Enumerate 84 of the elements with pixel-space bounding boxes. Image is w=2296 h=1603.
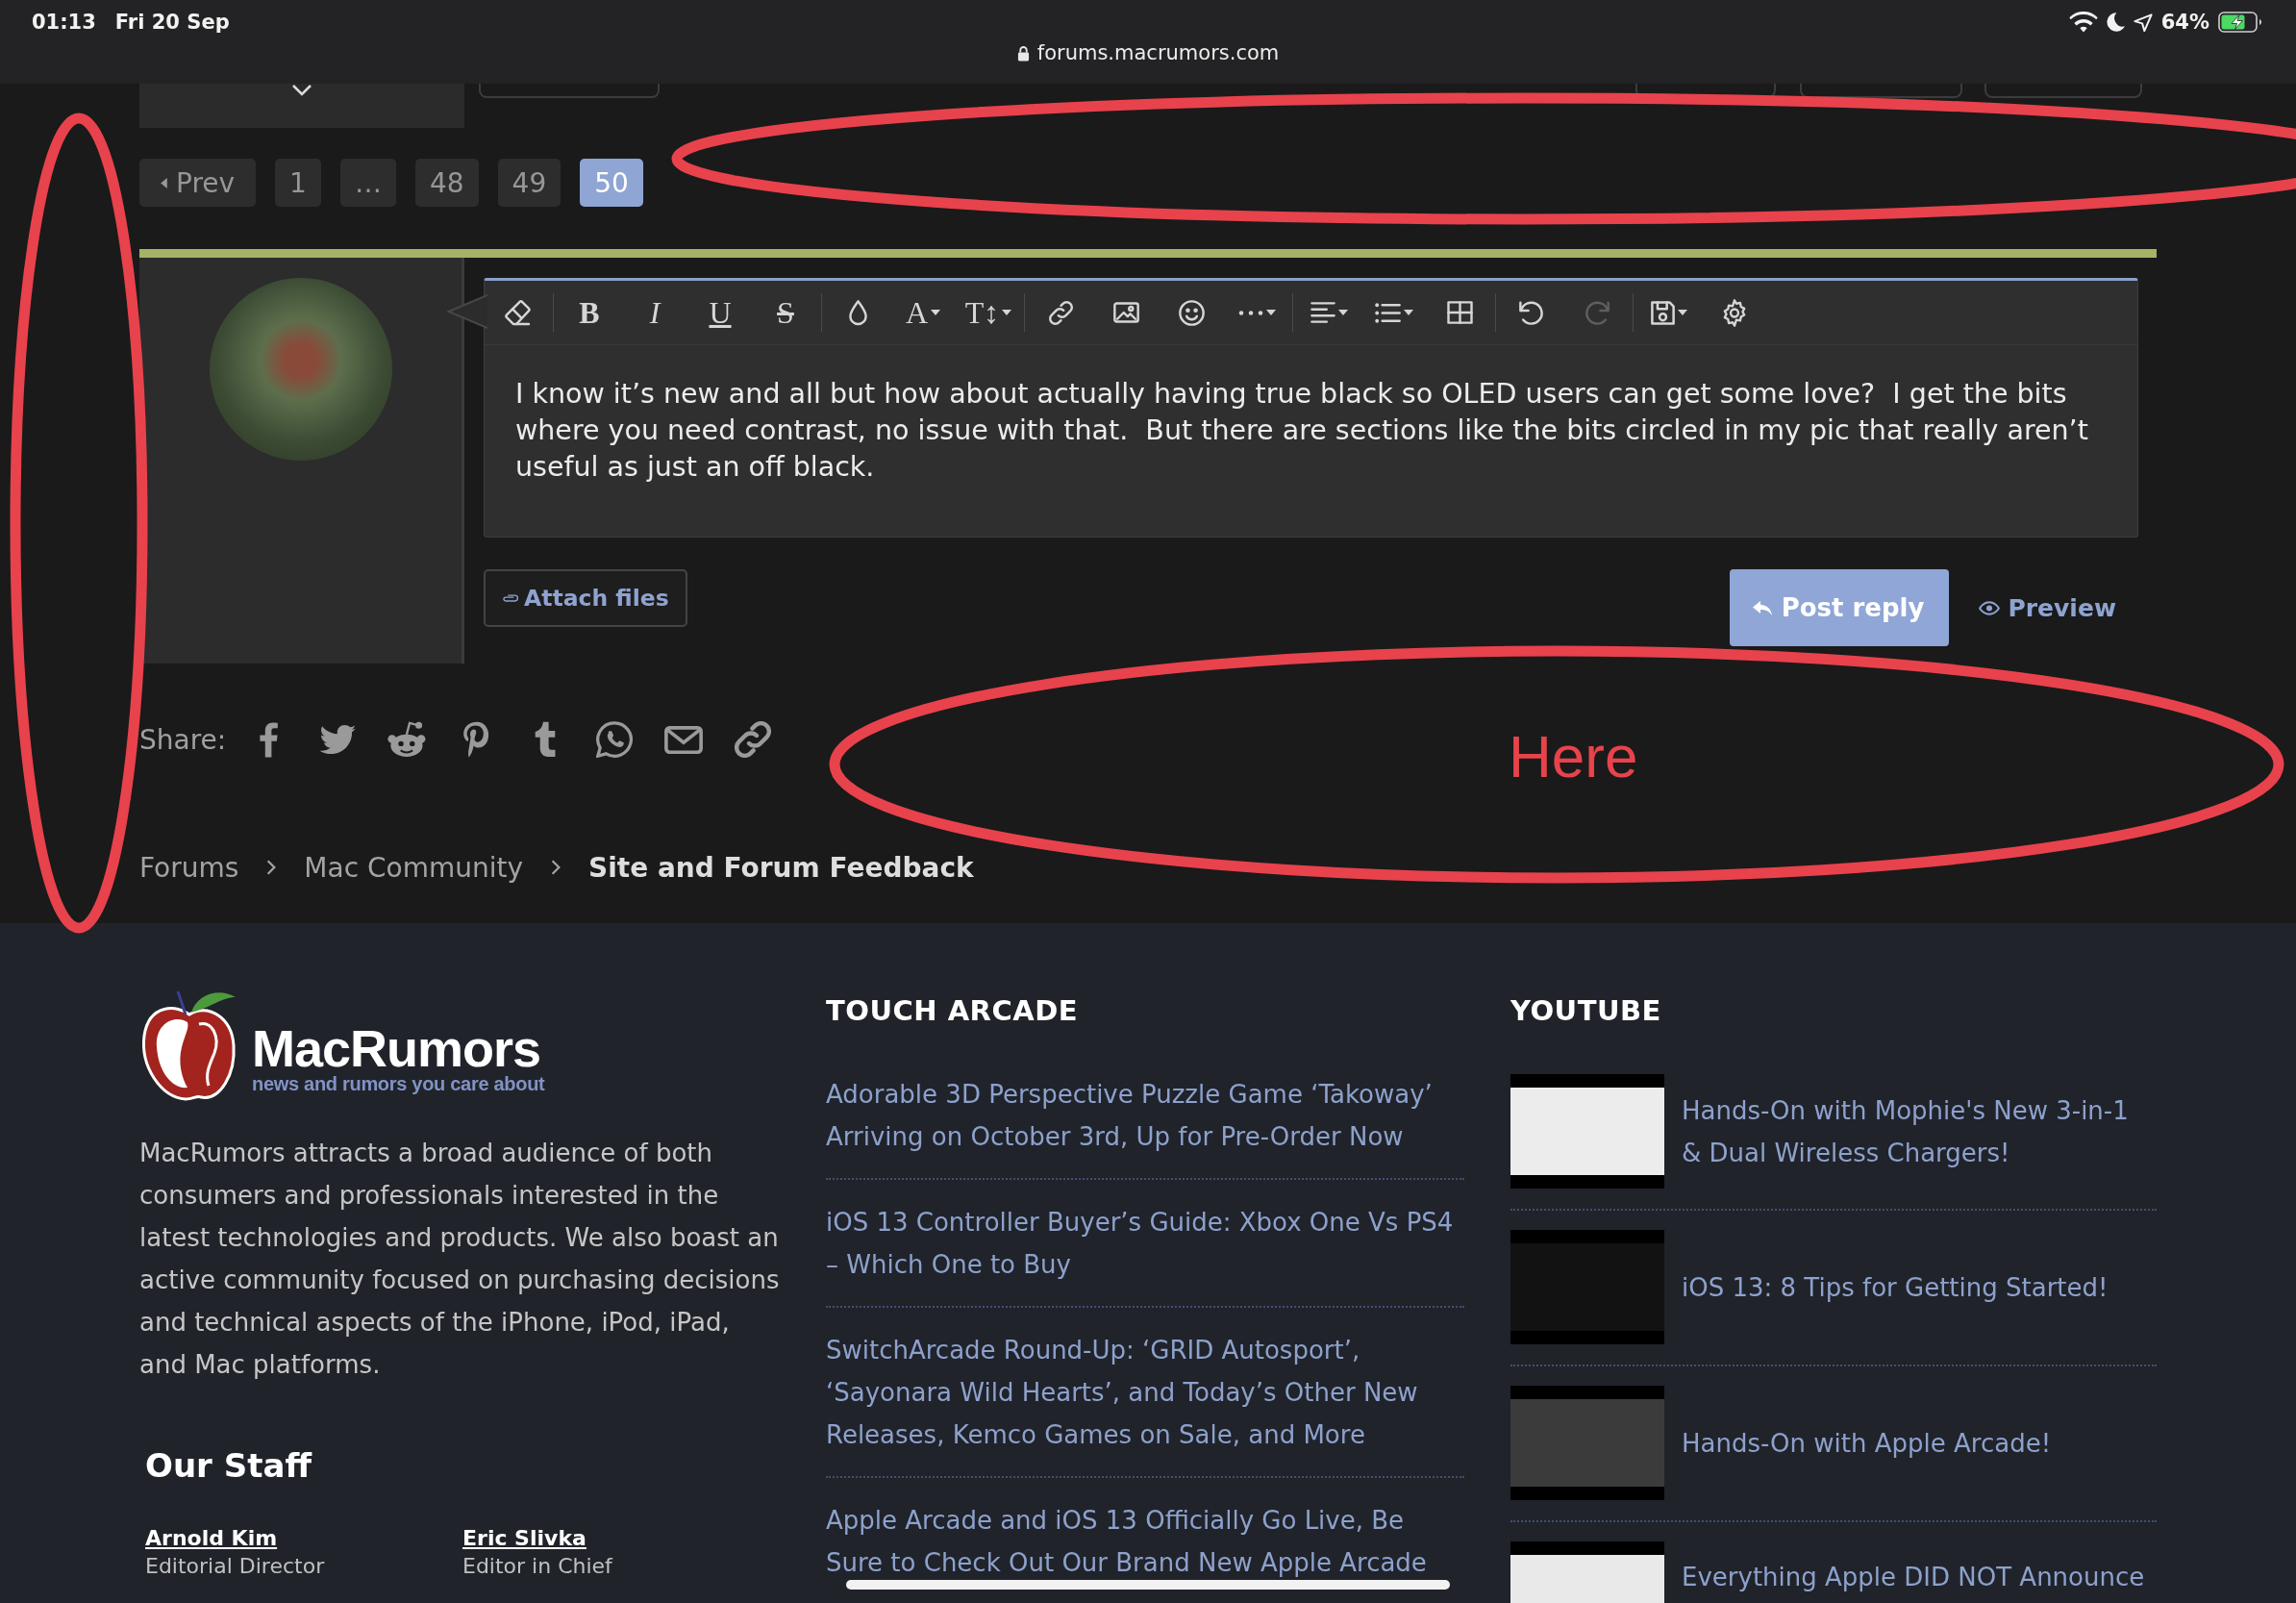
undo-icon xyxy=(1519,300,1544,325)
moon-icon xyxy=(2106,13,2125,32)
breadcrumb-link[interactable]: Mac Community xyxy=(304,851,524,884)
section-heading: TOUCH ARCADE xyxy=(826,993,1079,1028)
page-button[interactable]: 49 xyxy=(497,159,562,207)
bold-button[interactable]: B xyxy=(561,288,618,338)
prev-page-button[interactable]: Prev xyxy=(139,159,257,207)
page-button[interactable]: … xyxy=(339,159,396,207)
reply-arrow-icon xyxy=(1752,600,1772,615)
font-button[interactable]: A xyxy=(894,288,952,338)
date-label: Fri 20 Sep xyxy=(114,11,230,34)
wifi-icon xyxy=(2068,12,2098,33)
gear-icon xyxy=(1723,298,1746,327)
location-arrow-icon xyxy=(2133,13,2153,32)
caret-down-icon xyxy=(1337,310,1348,315)
lock-icon xyxy=(1016,44,1030,62)
message-field[interactable]: I know it’s new and all but how about actually having true black so OLED users can get some love? I get the bits where you need contrast, no issue with that. But there are sections like the bits circled in my pic that really aren’t useful as just an off black. xyxy=(485,345,2137,537)
tumblr-icon[interactable] xyxy=(534,721,558,758)
url-address[interactable]: forums.macrumors.com xyxy=(1036,41,1280,64)
page-button[interactable]: 1 xyxy=(275,159,321,207)
video-thumbnail-placeholder[interactable] xyxy=(1510,1230,1664,1344)
caret-left-icon xyxy=(161,177,167,188)
caret-down-icon xyxy=(1265,310,1276,315)
annotation-label: Here xyxy=(1509,722,1638,791)
video-link[interactable]: Hands-On with Apple Arcade! xyxy=(1682,1421,2143,1465)
paperclip-icon xyxy=(502,593,518,603)
attach-files-button[interactable]: Attach files xyxy=(484,569,687,627)
about-text: MacRumors attracts a broad audience of both consumers and professionals interested in the latest technologies and products. We also boast an active community focused on purchasing decisions and technical aspects of the iPhone, iPod, iPad, and Mac platforms. xyxy=(139,1138,781,1381)
table-icon xyxy=(1446,301,1473,324)
chevron-right-icon xyxy=(550,859,562,876)
breadcrumb-link[interactable]: Forums xyxy=(139,851,239,884)
font-size-button[interactable]: T↕ xyxy=(960,288,1017,338)
clock-time: 01:13 xyxy=(32,11,96,34)
strikethrough-button[interactable]: S xyxy=(757,288,814,338)
video-thumbnail-placeholder[interactable] xyxy=(1510,1386,1664,1500)
chevron-down-icon xyxy=(291,84,312,96)
video-thumbnail-placeholder[interactable] xyxy=(1510,1074,1664,1189)
italic-button[interactable]: I xyxy=(626,288,684,338)
staff-role: Editor in Chief xyxy=(462,1553,612,1580)
preview-button[interactable]: Preview xyxy=(1979,569,2116,646)
section-heading: Our Staff xyxy=(145,1445,313,1487)
align-left-icon xyxy=(1310,302,1335,323)
article-link[interactable]: iOS 13 Controller Buyer’s Guide: Xbox One Vs PS4 – Which One to Buy xyxy=(826,1201,1464,1286)
logo-wordmark: MacRumors xyxy=(252,1023,541,1073)
video-link[interactable]: Hands-On with Mophie's New 3-in-1 & Dual Wireless Chargers! xyxy=(1682,1089,2143,1174)
chevron-right-icon xyxy=(265,859,278,876)
whatsapp-icon[interactable] xyxy=(596,721,634,758)
smiley-icon xyxy=(1178,299,1205,326)
video-link[interactable]: Everything Apple DID NOT Announce xyxy=(1682,1556,2145,1598)
staff-name-link[interactable]: Eric Slivka xyxy=(462,1524,586,1553)
article-link[interactable]: Adorable 3D Perspective Puzzle Game ‘Takoway’ Arriving on October 3rd, Up for Pre-Order Now xyxy=(826,1073,1464,1158)
eraser-icon xyxy=(504,299,531,326)
video-link[interactable]: iOS 13: 8 Tips for Getting Started! xyxy=(1682,1265,2143,1309)
pinterest-icon[interactable] xyxy=(462,721,490,758)
reddit-icon[interactable] xyxy=(387,721,427,758)
section-heading: YOUTUBE xyxy=(1510,993,1662,1028)
underline-button[interactable]: U xyxy=(691,288,749,338)
staff-name-link[interactable]: Arnold Kim xyxy=(145,1524,278,1553)
bulleted-list-icon xyxy=(1375,302,1401,323)
cut-off-button[interactable] xyxy=(1635,84,1776,98)
eye-icon xyxy=(1979,600,2001,615)
share-label: Share: xyxy=(139,723,227,756)
battery-charging-icon xyxy=(2218,12,2262,33)
email-icon[interactable] xyxy=(664,725,704,754)
battery-percentage: 64% xyxy=(2160,11,2209,34)
page-button[interactable]: 48 xyxy=(414,159,479,207)
article-link[interactable]: Apple Arcade and iOS 13 Officially Go Live, Be Sure to Check Out Our Brand New Apple Arcade xyxy=(826,1499,1464,1584)
caret-down-icon xyxy=(1404,310,1413,315)
caret-down-icon xyxy=(931,310,941,315)
article-link[interactable]: SwitchArcade Round-Up: ‘GRID Autosport’, ‘Sayonara Wild Hearts’, and Today’s Other New Releases, Kemco Games on Sale, and More xyxy=(826,1329,1464,1456)
redo-icon xyxy=(1585,300,1610,325)
link-icon[interactable] xyxy=(735,721,772,758)
breadcrumb-link[interactable]: Site and Forum Feedback xyxy=(588,851,974,884)
drop-icon xyxy=(848,299,867,326)
staff-role: Editorial Director xyxy=(145,1553,325,1580)
image-icon xyxy=(1112,302,1139,323)
facebook-icon[interactable] xyxy=(258,721,280,758)
link-icon xyxy=(1047,299,1074,326)
caret-down-icon xyxy=(1678,310,1687,315)
caret-down-icon xyxy=(1002,310,1012,315)
cut-off-button[interactable] xyxy=(1800,84,1962,98)
dots-icon xyxy=(1237,310,1263,315)
logo-tagline: news and rumors you care about xyxy=(252,1073,545,1094)
twitter-icon[interactable] xyxy=(318,724,358,755)
